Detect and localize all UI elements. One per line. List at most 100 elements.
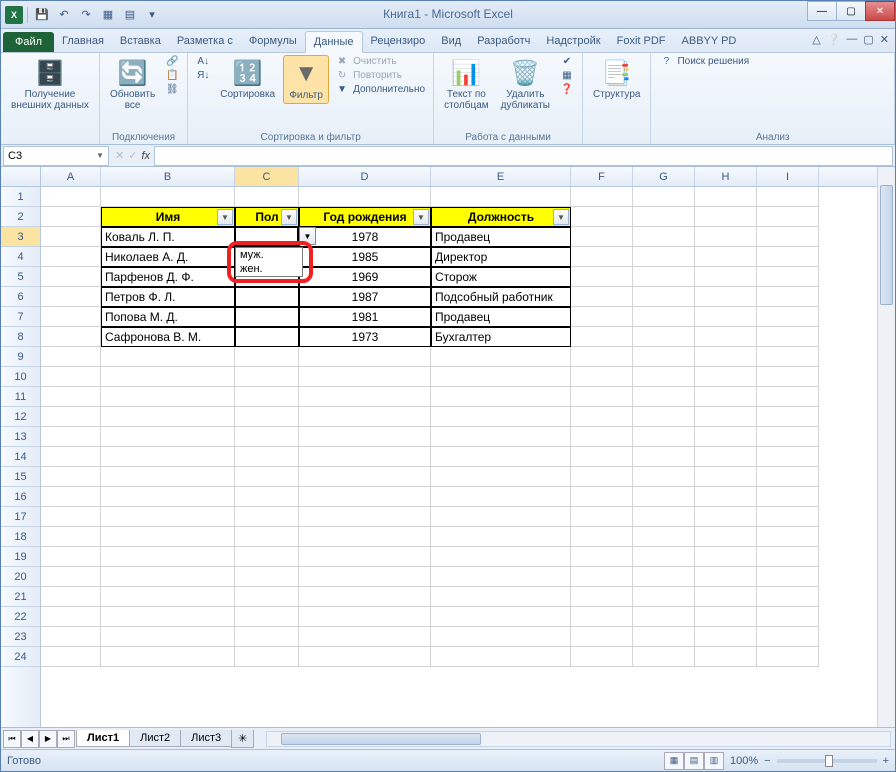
horizontal-scrollbar[interactable]	[266, 731, 891, 747]
zoom-out-button[interactable]: −	[764, 755, 770, 767]
cell-B1[interactable]	[101, 187, 235, 207]
cell-B21[interactable]	[101, 587, 235, 607]
filter-arrow-E[interactable]: ▼	[553, 209, 569, 225]
cell-D15[interactable]	[299, 467, 431, 487]
cell-B11[interactable]	[101, 387, 235, 407]
cell-B6[interactable]: Петров Ф. Л.	[101, 287, 235, 307]
cell-E6[interactable]: Подсобный работник	[431, 287, 571, 307]
cell-H2[interactable]	[695, 207, 757, 227]
cell-G17[interactable]	[633, 507, 695, 527]
cells-area[interactable]: Имя▼Пол▼Год рождения▼Должность▼Коваль Л.…	[41, 187, 877, 727]
cell-G16[interactable]	[633, 487, 695, 507]
row-header-1[interactable]: 1	[1, 187, 40, 207]
cell-D17[interactable]	[299, 507, 431, 527]
cell-E18[interactable]	[431, 527, 571, 547]
col-header-F[interactable]: F	[571, 167, 633, 186]
cell-H8[interactable]	[695, 327, 757, 347]
cell-H19[interactable]	[695, 547, 757, 567]
cell-I8[interactable]	[757, 327, 819, 347]
solver-button[interactable]: ?Поиск решения	[657, 55, 751, 68]
cell-A14[interactable]	[41, 447, 101, 467]
sheet-nav-first[interactable]: ⏮	[3, 730, 21, 748]
formula-input[interactable]	[154, 146, 893, 166]
cell-F17[interactable]	[571, 507, 633, 527]
sort-desc-button[interactable]: Я↓	[194, 69, 212, 82]
fx-icon[interactable]: fx	[141, 150, 150, 162]
cell-G11[interactable]	[633, 387, 695, 407]
cell-D12[interactable]	[299, 407, 431, 427]
cell-I9[interactable]	[757, 347, 819, 367]
sort-button[interactable]: 🔢 Сортировка	[216, 55, 279, 102]
cell-E5[interactable]: Сторож	[431, 267, 571, 287]
cell-H9[interactable]	[695, 347, 757, 367]
sheet-tab-Лист1[interactable]: Лист1	[76, 730, 130, 747]
cell-F2[interactable]	[571, 207, 633, 227]
data-validation-list[interactable]: муж.жен.	[235, 247, 303, 277]
cell-G19[interactable]	[633, 547, 695, 567]
tab-разметка с[interactable]: Разметка с	[169, 31, 241, 52]
cell-H16[interactable]	[695, 487, 757, 507]
cell-G18[interactable]	[633, 527, 695, 547]
cell-A20[interactable]	[41, 567, 101, 587]
cell-B12[interactable]	[101, 407, 235, 427]
row-header-14[interactable]: 14	[1, 447, 40, 467]
minimize-button[interactable]: —	[807, 1, 837, 21]
cell-C21[interactable]	[235, 587, 299, 607]
tab-разработч[interactable]: Разработч	[469, 31, 538, 52]
cell-H20[interactable]	[695, 567, 757, 587]
mdi-minimize-icon[interactable]: —	[846, 33, 857, 46]
cell-I16[interactable]	[757, 487, 819, 507]
cell-C16[interactable]	[235, 487, 299, 507]
hscroll-thumb[interactable]	[281, 733, 481, 745]
cell-I17[interactable]	[757, 507, 819, 527]
help-icon[interactable]: ❔	[827, 33, 841, 46]
cell-A12[interactable]	[41, 407, 101, 427]
text-to-columns-button[interactable]: 📊 Текст по столбцам	[440, 55, 493, 113]
cell-C24[interactable]	[235, 647, 299, 667]
cell-C11[interactable]	[235, 387, 299, 407]
row-header-23[interactable]: 23	[1, 627, 40, 647]
sheet-nav-last[interactable]: ⏭	[57, 730, 75, 748]
tab-вид[interactable]: Вид	[433, 31, 469, 52]
cell-A18[interactable]	[41, 527, 101, 547]
cell-I10[interactable]	[757, 367, 819, 387]
cell-C23[interactable]	[235, 627, 299, 647]
cell-H1[interactable]	[695, 187, 757, 207]
cell-B23[interactable]	[101, 627, 235, 647]
cell-A17[interactable]	[41, 507, 101, 527]
cell-C13[interactable]	[235, 427, 299, 447]
cell-E7[interactable]: Продавец	[431, 307, 571, 327]
cell-B17[interactable]	[101, 507, 235, 527]
cell-A15[interactable]	[41, 467, 101, 487]
cell-I24[interactable]	[757, 647, 819, 667]
cell-I13[interactable]	[757, 427, 819, 447]
cell-D21[interactable]	[299, 587, 431, 607]
cell-G15[interactable]	[633, 467, 695, 487]
cell-G3[interactable]	[633, 227, 695, 247]
col-header-H[interactable]: H	[695, 167, 757, 186]
cell-G24[interactable]	[633, 647, 695, 667]
undo-button[interactable]: ↶	[54, 5, 74, 25]
cell-H6[interactable]	[695, 287, 757, 307]
tab-надстройк[interactable]: Надстройк	[538, 31, 608, 52]
tab-foxit pdf[interactable]: Foxit PDF	[609, 31, 674, 52]
remove-duplicates-button[interactable]: 🗑️ Удалить дубликаты	[497, 55, 554, 113]
cell-F9[interactable]	[571, 347, 633, 367]
cell-E17[interactable]	[431, 507, 571, 527]
cell-D24[interactable]	[299, 647, 431, 667]
get-external-data-button[interactable]: 🗄️ Получение внешних данных	[7, 55, 93, 113]
cell-F8[interactable]	[571, 327, 633, 347]
tab-данные[interactable]: Данные	[305, 31, 363, 53]
cell-B15[interactable]	[101, 467, 235, 487]
sheet-nav-next[interactable]: ▶	[39, 730, 57, 748]
row-header-21[interactable]: 21	[1, 587, 40, 607]
filter-arrow-D[interactable]: ▼	[413, 209, 429, 225]
cell-A16[interactable]	[41, 487, 101, 507]
cell-D1[interactable]	[299, 187, 431, 207]
cell-G20[interactable]	[633, 567, 695, 587]
data-validation-button[interactable]: ✔	[558, 55, 576, 68]
cell-A2[interactable]	[41, 207, 101, 227]
cell-F19[interactable]	[571, 547, 633, 567]
row-header-12[interactable]: 12	[1, 407, 40, 427]
qat-dropdown[interactable]: ▾	[142, 5, 162, 25]
